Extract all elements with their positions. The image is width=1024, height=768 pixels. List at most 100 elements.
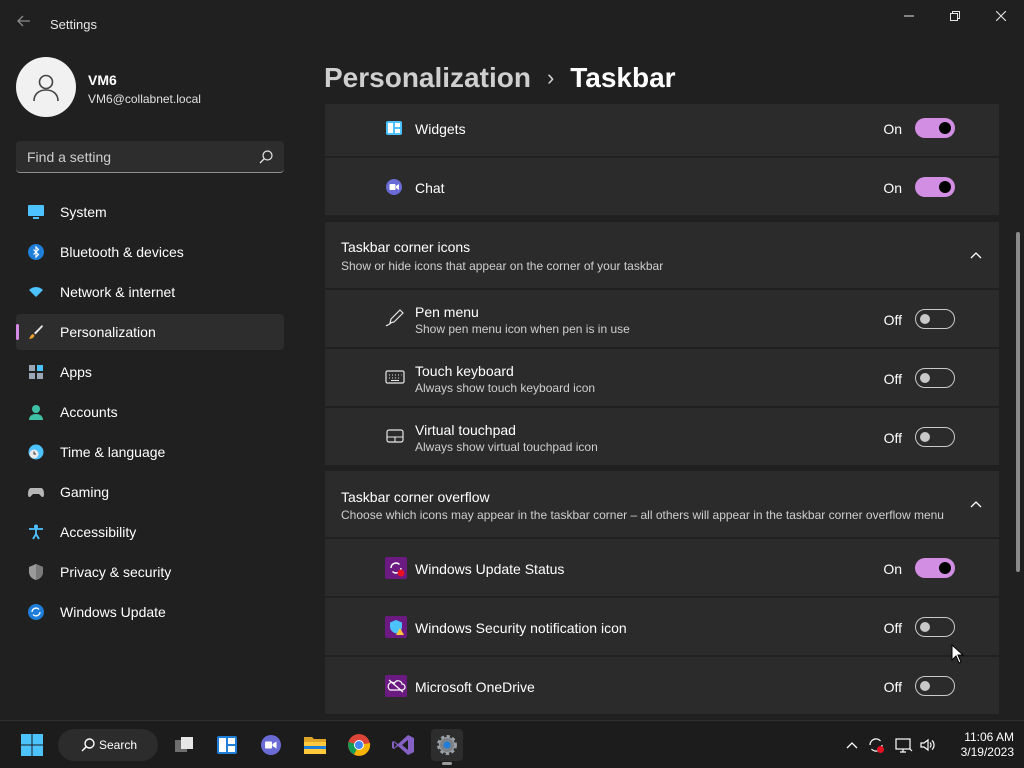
task-view-icon[interactable]	[168, 729, 200, 761]
setting-row-chat[interactable]: Chat On	[325, 158, 999, 215]
pen-icon	[385, 308, 405, 328]
keyboard-icon	[385, 367, 405, 387]
onedrive-toggle[interactable]	[915, 676, 955, 696]
sidebar-item-time-language[interactable]: Time & language	[16, 434, 284, 470]
start-windows-icon[interactable]	[16, 729, 48, 761]
setting-row-virtual-touchpad[interactable]: Virtual touchpad Always show virtual tou…	[325, 408, 999, 465]
network-icon[interactable]	[894, 735, 914, 755]
sidebar-item-label: Accounts	[60, 404, 118, 420]
clock-globe-icon	[28, 444, 44, 460]
taskbar-search-label: Search	[99, 738, 138, 752]
windows-security-toggle[interactable]	[915, 617, 955, 637]
apps-icon	[28, 364, 44, 380]
sidebar-item-personalization[interactable]: Personalization	[16, 314, 284, 350]
toggle-state: On	[883, 121, 902, 137]
setting-subtitle: Always show touch keyboard icon	[415, 381, 596, 395]
minimize-button[interactable]	[886, 0, 932, 32]
windows-security-icon	[385, 616, 407, 638]
settings-gear-icon[interactable]	[431, 729, 463, 765]
windows-update-status-icon[interactable]	[866, 735, 886, 755]
sidebar-item-label: Gaming	[60, 484, 110, 500]
windows-update-status-icon	[385, 557, 407, 579]
volume-icon[interactable]	[918, 735, 938, 755]
setting-title: Chat	[415, 180, 445, 196]
setting-title: Touch keyboard	[415, 363, 514, 379]
setting-row-pen-menu[interactable]: Pen menu Show pen menu icon when pen is …	[325, 290, 999, 347]
sidebar-item-network[interactable]: Network & internet	[16, 274, 284, 310]
breadcrumb-separator: ›	[546, 65, 555, 90]
monitor-icon	[28, 204, 44, 220]
sidebar-item-label: Bluetooth & devices	[60, 244, 184, 260]
update-icon	[28, 604, 44, 620]
sidebar-item-label: Time & language	[60, 444, 166, 460]
setting-title: Windows Update Status	[415, 561, 565, 577]
taskbar-search-button[interactable]: Search	[58, 729, 158, 761]
chevron-up-icon[interactable]	[969, 497, 983, 511]
widgets-icon[interactable]	[211, 729, 243, 761]
widgets-icon	[385, 119, 405, 139]
pen-menu-toggle[interactable]	[915, 309, 955, 329]
title-bar: Settings	[0, 0, 1024, 48]
brush-icon	[28, 324, 44, 340]
chevron-up-icon[interactable]	[969, 248, 983, 262]
page-title: Taskbar	[570, 62, 676, 93]
virtual-touchpad-toggle[interactable]	[915, 427, 955, 447]
close-button[interactable]	[978, 0, 1024, 32]
section-subtitle: Choose which icons may appear in the tas…	[341, 508, 944, 522]
touchpad-icon	[385, 426, 405, 446]
toggle-state: On	[883, 561, 902, 577]
chat-icon	[385, 178, 405, 198]
sidebar-item-bluetooth[interactable]: Bluetooth & devices	[16, 234, 284, 270]
settings-content: Widgets On Chat On Taskbar corner icons …	[325, 104, 999, 720]
search-icon	[80, 737, 96, 753]
touch-keyboard-toggle[interactable]	[915, 368, 955, 388]
sidebar-item-system[interactable]: System	[16, 194, 284, 230]
sidebar-item-gaming[interactable]: Gaming	[16, 474, 284, 510]
sidebar-item-accounts[interactable]: Accounts	[16, 394, 284, 430]
search-input[interactable]	[16, 141, 246, 172]
taskbar-clock[interactable]: 11:06 AM 3/19/2023	[944, 730, 1014, 760]
chevron-up-icon[interactable]	[842, 735, 862, 755]
search-icon[interactable]	[258, 149, 274, 165]
person-icon	[33, 74, 59, 102]
section-subtitle: Show or hide icons that appear on the co…	[341, 259, 664, 273]
widgets-toggle[interactable]	[915, 118, 955, 138]
section-title: Taskbar corner overflow	[341, 489, 490, 505]
mouse-cursor-icon	[951, 643, 965, 664]
sidebar-item-windows-update[interactable]: Windows Update	[16, 594, 284, 630]
setting-row-onedrive[interactable]: Microsoft OneDrive Off	[325, 657, 999, 714]
file-explorer-icon[interactable]	[299, 729, 331, 761]
windows-update-status-toggle[interactable]	[915, 558, 955, 578]
person-icon	[28, 404, 44, 420]
visual-studio-icon[interactable]	[387, 729, 419, 761]
chrome-icon[interactable]	[343, 729, 375, 761]
chat-icon[interactable]	[255, 729, 287, 761]
setting-row-touch-keyboard[interactable]: Touch keyboard Always show touch keyboar…	[325, 349, 999, 406]
breadcrumb-parent[interactable]: Personalization	[324, 62, 531, 94]
chat-toggle[interactable]	[915, 177, 955, 197]
setting-title: Windows Security notification icon	[415, 620, 627, 636]
toggle-state: Off	[883, 371, 902, 387]
window-title: Settings	[50, 17, 97, 32]
setting-row-widgets[interactable]: Widgets On	[325, 104, 999, 156]
back-arrow-icon[interactable]	[14, 14, 34, 34]
sidebar-item-label: Accessibility	[60, 524, 137, 540]
sidebar-item-apps[interactable]: Apps	[16, 354, 284, 390]
setting-title: Widgets	[415, 121, 466, 137]
restore-button[interactable]	[932, 0, 978, 32]
user-profile[interactable]: VM6 VM6@collabnet.local	[16, 57, 306, 119]
sidebar-item-label: Network & internet	[60, 284, 176, 300]
settings-search[interactable]	[16, 141, 284, 173]
scrollbar[interactable]	[1016, 232, 1020, 572]
sidebar-item-label: Windows Update	[60, 604, 166, 620]
section-header-corner-overflow[interactable]: Taskbar corner overflow Choose which ico…	[325, 471, 999, 537]
onedrive-icon	[385, 675, 407, 697]
section-header-corner-icons[interactable]: Taskbar corner icons Show or hide icons …	[325, 222, 999, 288]
setting-row-windows-security[interactable]: Windows Security notification icon Off	[325, 598, 999, 655]
profile-name: VM6	[88, 72, 117, 88]
setting-row-windows-update-status[interactable]: Windows Update Status On	[325, 539, 999, 596]
profile-email: VM6@collabnet.local	[88, 92, 201, 106]
sidebar-item-accessibility[interactable]: Accessibility	[16, 514, 284, 550]
sidebar-item-privacy-security[interactable]: Privacy & security	[16, 554, 284, 590]
toggle-state: Off	[883, 430, 902, 446]
